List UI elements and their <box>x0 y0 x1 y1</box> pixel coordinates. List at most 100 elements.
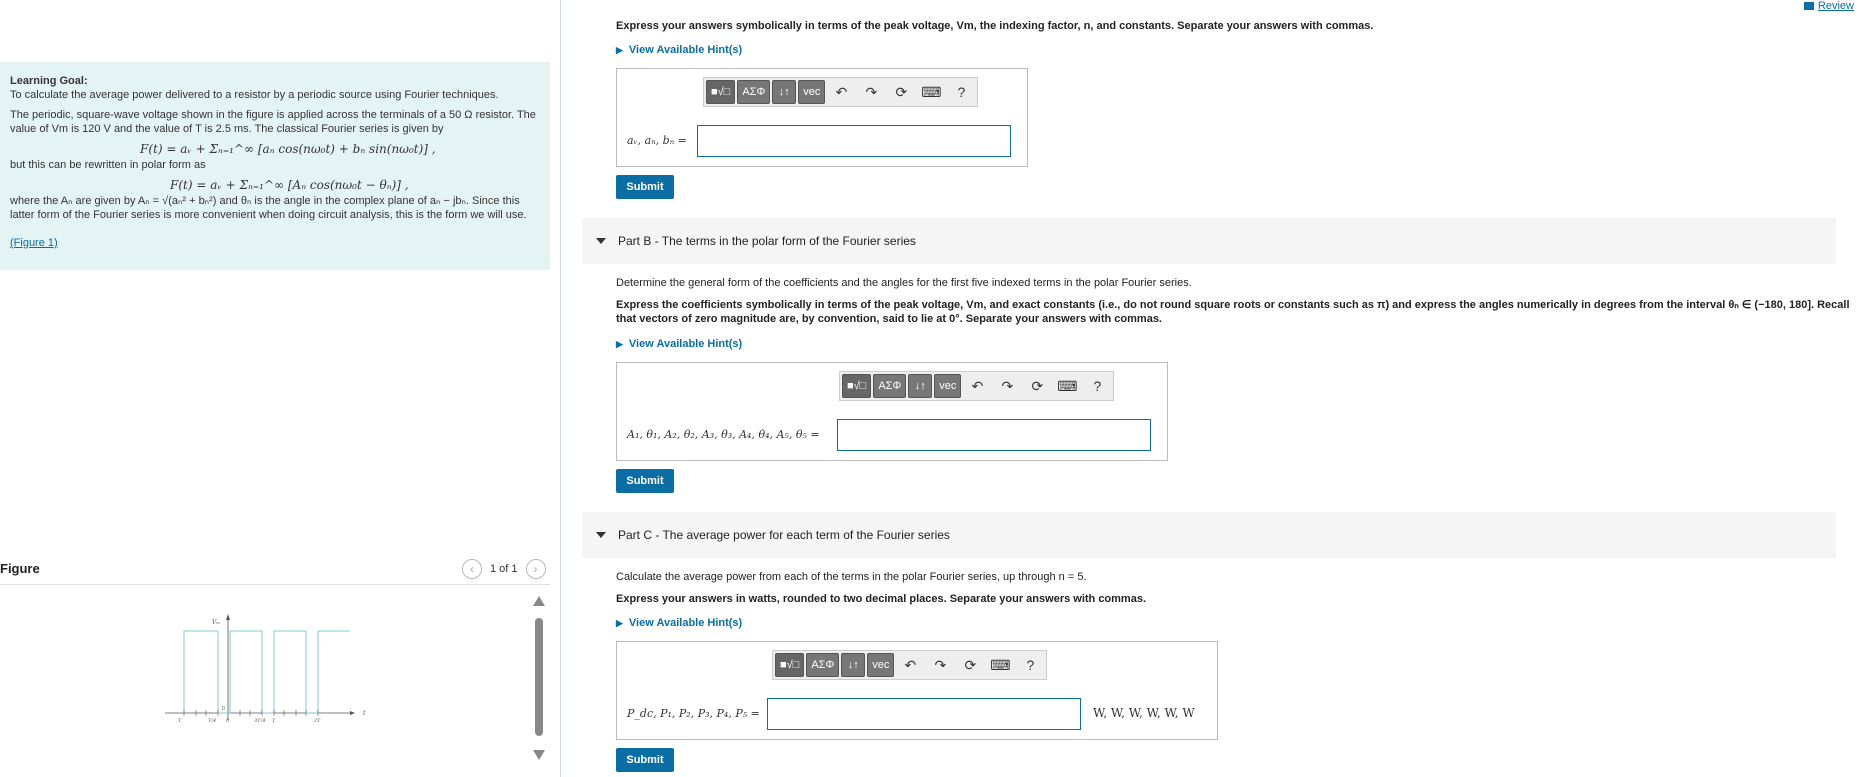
partB-instruction-2: Express the coefficients symbolically in… <box>616 299 1850 325</box>
greek-symbols-button[interactable]: ΑΣΦ <box>737 80 771 104</box>
tick-label: T/4 <box>208 718 216 724</box>
partA-math-toolbar: ■√□ ΑΣΦ ↓↑ vec ↶ ↷ ⟳ ⌨ ? <box>703 77 979 107</box>
learning-goal-text: To calculate the average power delivered… <box>10 89 499 101</box>
keyboard-icon[interactable]: ⌨ <box>1053 378 1081 395</box>
tick-label: T <box>272 718 276 724</box>
redo-icon[interactable]: ↷ <box>857 84 885 101</box>
partC-answer-label: P_dc, P₁, P₂, P₃, P₄, P₅ = <box>627 707 760 720</box>
left-panel: Learning Goal: To calculate the average … <box>0 0 560 777</box>
partC-label: Part C <box>618 528 653 542</box>
templates-button[interactable]: ■√□ <box>706 80 736 104</box>
partC-hint-label: View Available Hint(s) <box>628 617 743 629</box>
figure-title: Figure <box>0 561 40 576</box>
square-wave-trace <box>183 630 350 714</box>
x-axis-arrow <box>350 711 355 715</box>
partB-title: - The terms in the polar form of the Fou… <box>651 234 916 248</box>
collapse-caret-icon[interactable] <box>596 532 606 538</box>
figure-1-link[interactable]: (Figure 1) <box>10 236 58 250</box>
origin-label: 0 <box>222 706 225 712</box>
partB-answer-box: ■√□ ΑΣΦ ↓↑ vec ↶ ↷ ⟳ ⌨ ? A₁, θ₁, A₂, θ₂,… <box>616 362 1168 461</box>
partC-units-label: W, W, W, W, W, W <box>1093 706 1195 720</box>
tick-label: T <box>178 718 182 724</box>
partA-answer-box: ■√□ ΑΣΦ ↓↑ vec ↶ ↷ ⟳ ⌨ ? aᵥ, aₙ, bₙ = <box>616 68 1028 167</box>
partB-hint-link[interactable]: ▶ View Available Hint(s) <box>616 338 742 350</box>
figure-page-indicator: 1 of 1 <box>490 563 518 575</box>
y-axis-label: Vₘ <box>212 619 220 626</box>
partB-math-toolbar: ■√□ ΑΣΦ ↓↑ vec ↶ ↷ ⟳ ⌨ ? <box>839 371 1115 401</box>
templates-button[interactable]: ■√□ <box>842 374 872 398</box>
partA-answer-input[interactable] <box>697 125 1011 157</box>
partB-label: Part B <box>618 234 652 248</box>
fourier-equation-polar: F(t) = aᵥ + Σₙ₌₁^∞ [Aₙ cos(nω₀t − θₙ)] , <box>170 178 409 192</box>
partA-hint-link[interactable]: ▶ View Available Hint(s) <box>616 44 742 56</box>
panel-divider <box>560 0 561 777</box>
learning-goal-box: Learning Goal: To calculate the average … <box>0 62 550 270</box>
reset-icon[interactable]: ⟳ <box>1023 378 1051 395</box>
partA-instruction: Express your answers symbolically in ter… <box>616 20 1374 32</box>
partA-hint-label: View Available Hint(s) <box>628 44 743 56</box>
partB-answer-input[interactable] <box>837 419 1151 451</box>
vector-button[interactable]: vec <box>798 80 826 104</box>
partB-header[interactable]: Part B - The terms in the polar form of … <box>582 218 1836 264</box>
expand-triangle-icon: ▶ <box>616 45 623 55</box>
partA-submit-button[interactable]: Submit <box>616 175 674 199</box>
undo-icon[interactable]: ↶ <box>827 84 855 101</box>
partC-math-toolbar: ■√□ ΑΣΦ ↓↑ vec ↶ ↷ ⟳ ⌨ ? <box>772 650 1048 680</box>
help-icon[interactable]: ? <box>947 84 975 100</box>
partB-instruction-1: Determine the general form of the coeffi… <box>616 277 1192 289</box>
partC-instruction-2: Express your answers in watts, rounded t… <box>616 593 1147 605</box>
keyboard-icon[interactable]: ⌨ <box>917 84 945 101</box>
next-figure-button[interactable]: › <box>525 559 546 579</box>
partC-hint-link[interactable]: ▶ View Available Hint(s) <box>616 617 742 629</box>
y-axis-arrow <box>226 614 230 620</box>
keyboard-icon[interactable]: ⌨ <box>986 657 1014 674</box>
figure-scrollbar[interactable] <box>532 596 546 766</box>
redo-icon[interactable]: ↷ <box>926 657 954 674</box>
learning-para1: The periodic, square-wave voltage shown … <box>10 109 536 135</box>
scroll-thumb[interactable] <box>535 618 543 736</box>
partC-header[interactable]: Part C - The average power for each term… <box>582 512 1836 558</box>
x-axis-label: t <box>363 710 366 717</box>
partB-submit-button[interactable]: Submit <box>616 469 674 493</box>
help-icon[interactable]: ? <box>1083 378 1111 394</box>
vector-button[interactable]: vec <box>867 653 895 677</box>
review-label: Review <box>1817 0 1854 12</box>
partB-hint-label: View Available Hint(s) <box>628 338 743 350</box>
tick-label: 2T <box>313 718 321 724</box>
book-icon <box>1803 2 1814 10</box>
scroll-up-icon[interactable] <box>533 596 545 606</box>
greek-symbols-button[interactable]: ΑΣΦ <box>806 653 840 677</box>
undo-icon[interactable]: ↶ <box>896 657 924 674</box>
partC-answer-input[interactable] <box>767 698 1081 730</box>
partC-submit-button[interactable]: Submit <box>616 748 674 772</box>
learning-para3: where the Aₙ are given by Aₙ = √(aₙ² + b… <box>10 195 527 221</box>
prev-figure-button[interactable]: ‹ <box>462 559 482 579</box>
expand-triangle-icon: ▶ <box>616 339 623 349</box>
subscript-superscript-button[interactable]: ↓↑ <box>772 80 797 104</box>
undo-icon[interactable]: ↶ <box>963 378 991 395</box>
collapse-caret-icon[interactable] <box>596 238 606 244</box>
review-link[interactable]: Review <box>1803 0 1854 12</box>
reset-icon[interactable]: ⟳ <box>956 657 984 674</box>
partC-title: - The average power for each term of the… <box>652 528 950 542</box>
help-icon[interactable]: ? <box>1016 657 1044 673</box>
reset-icon[interactable]: ⟳ <box>887 84 915 101</box>
figure-pager: ‹ 1 of 1 › <box>462 559 546 579</box>
partA-answer-label: aᵥ, aₙ, bₙ = <box>627 134 687 147</box>
partC-instruction-1: Calculate the average power from each of… <box>616 571 1087 583</box>
expand-triangle-icon: ▶ <box>616 618 623 628</box>
partB-answer-label: A₁, θ₁, A₂, θ₂, A₃, θ₃, A₄, θ₄, A₅, θ₅ = <box>627 428 820 441</box>
learning-goal-title: Learning Goal: <box>10 75 88 87</box>
subscript-superscript-button[interactable]: ↓↑ <box>841 653 866 677</box>
learning-para2: but this can be rewritten in polar form … <box>10 159 206 171</box>
scroll-down-icon[interactable] <box>533 750 545 760</box>
greek-symbols-button[interactable]: ΑΣΦ <box>873 374 907 398</box>
square-wave-figure: Vₘ t 0 T T/4 0 3T/4 T 2T <box>165 614 366 724</box>
redo-icon[interactable]: ↷ <box>993 378 1021 395</box>
subscript-superscript-button[interactable]: ↓↑ <box>908 374 933 398</box>
partC-answer-box: ■√□ ΑΣΦ ↓↑ vec ↶ ↷ ⟳ ⌨ ? P_dc, P₁, P₂, P… <box>616 641 1218 740</box>
tick-label: 3T/4 <box>254 718 265 724</box>
tick-label: 0 <box>226 718 230 724</box>
vector-button[interactable]: vec <box>934 374 962 398</box>
templates-button[interactable]: ■√□ <box>775 653 805 677</box>
